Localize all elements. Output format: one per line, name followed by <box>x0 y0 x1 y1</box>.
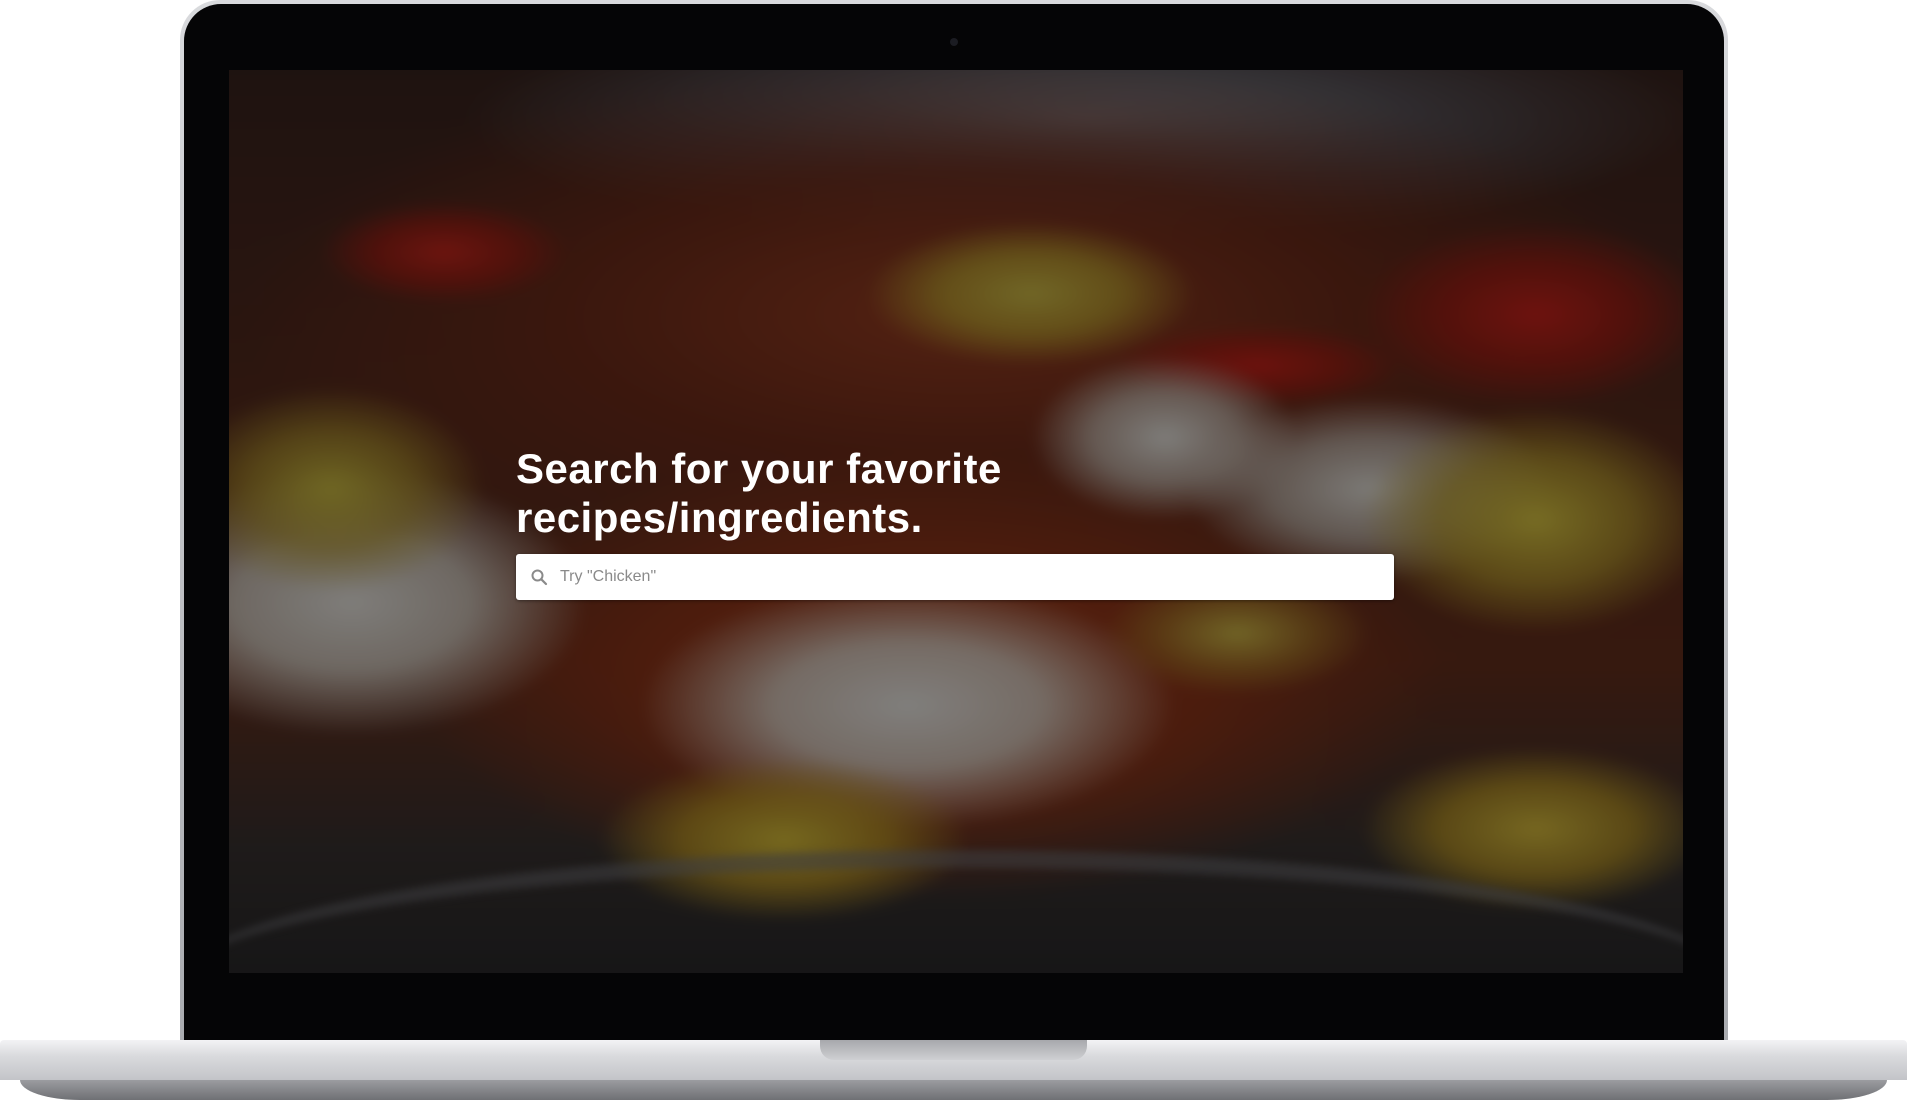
laptop-base <box>0 1040 1907 1102</box>
screen: Search for your favorite recipes/ingredi… <box>229 70 1683 973</box>
camera-icon <box>950 38 958 46</box>
search-input[interactable] <box>560 562 1360 592</box>
search-bar[interactable] <box>516 554 1394 600</box>
laptop-base-top <box>0 1040 1907 1080</box>
search-icon <box>530 568 548 586</box>
laptop-mockup: Search for your favorite recipes/ingredi… <box>0 0 1907 1102</box>
page-title: Search for your favorite recipes/ingredi… <box>516 445 1002 541</box>
laptop-base-bottom <box>20 1080 1887 1100</box>
trackpad-notch <box>820 1040 1087 1060</box>
hero-section: Search for your favorite recipes/ingredi… <box>516 444 1416 600</box>
